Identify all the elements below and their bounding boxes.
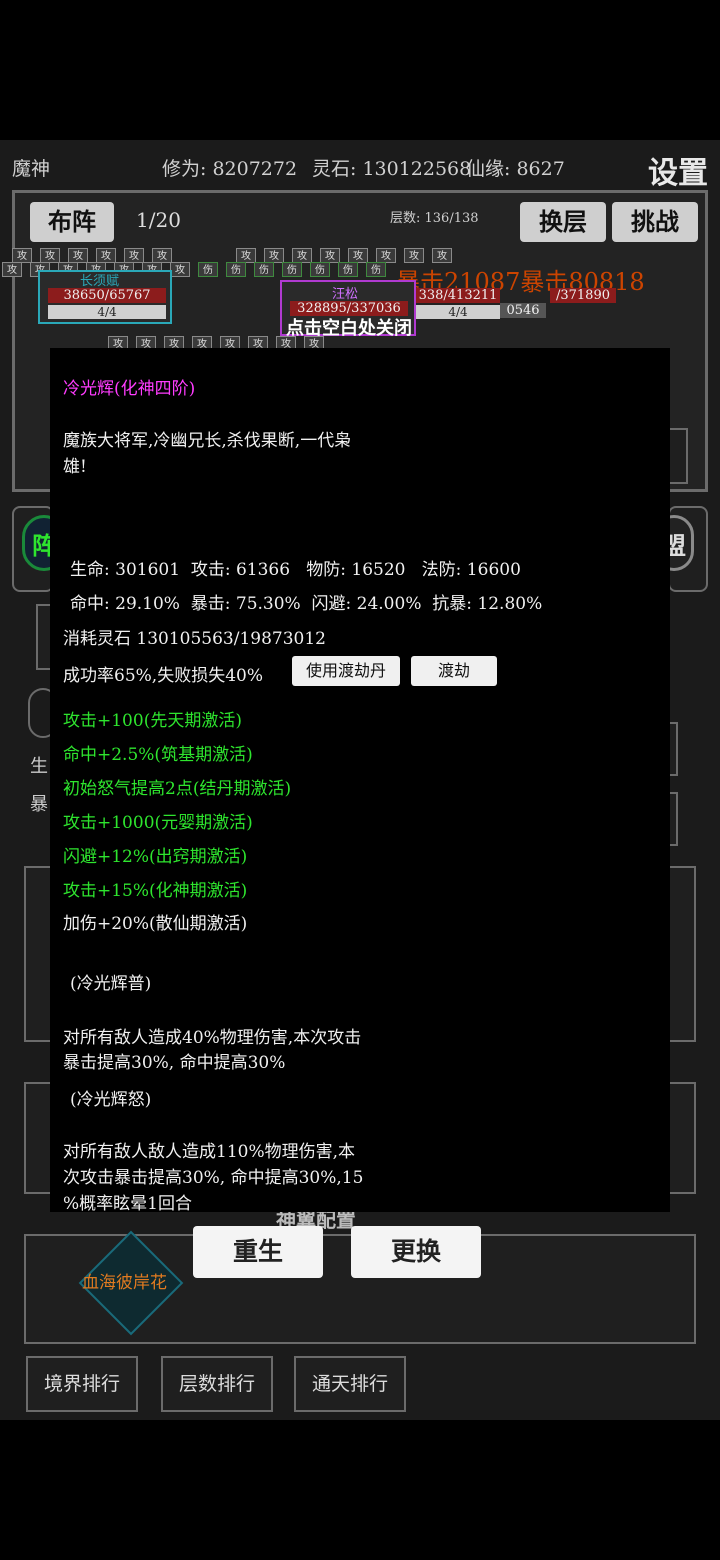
bonus-active: 闪避+12%(出窍期激活): [63, 847, 248, 867]
attack-buff-chip: 攻: [2, 262, 22, 277]
skill-description-line: 对所有敌人造成40%物理伤害,本次攻击: [63, 1028, 362, 1048]
right-panel-fragment: [666, 1082, 696, 1194]
close-hint[interactable]: 点击空白处关闭: [286, 314, 412, 340]
formation-button[interactable]: 布阵: [30, 202, 114, 242]
replace-button[interactable]: 更换: [351, 1226, 481, 1278]
tribulation-button[interactable]: 渡劫: [411, 656, 497, 686]
unit-count-bar: 4/4: [416, 305, 500, 319]
bonus-active: 命中+2.5%(筑基期激活): [63, 745, 253, 765]
character-description-line: 雄!: [63, 457, 87, 477]
unit-name: 长须赋: [80, 274, 120, 289]
injury-chip: 伤: [254, 262, 274, 277]
attack-buff-chip: 攻: [96, 248, 116, 263]
left-stat-label: 暴: [30, 794, 48, 815]
floor-label: 层数: 136/138: [390, 211, 479, 226]
unit-hp-bar: 38650/65767: [48, 288, 166, 303]
injury-chip: 伤: [198, 262, 218, 277]
character-detail-popup[interactable]: 冷光辉(化神四阶) 魔族大将军,冷幽兄长,杀伐果断,一代枭 雄! 生命: 301…: [50, 348, 670, 1214]
unit-name: 汪松: [332, 287, 359, 302]
attack-buff-chip: 攻: [404, 248, 424, 263]
character-title: 冷光辉(化神四阶): [63, 379, 196, 399]
bonus-active: 攻击+1000(元婴期激活): [63, 813, 253, 833]
switch-floor-button[interactable]: 换层: [520, 202, 606, 242]
attack-buff-chip: 攻: [40, 248, 60, 263]
bonus-active: 攻击+15%(化神期激活): [63, 881, 248, 901]
attack-buff-chip: 攻: [292, 248, 312, 263]
injury-chip: 伤: [366, 262, 386, 277]
attack-buff-chip: 攻: [320, 248, 340, 263]
left-stat-label: 生: [30, 756, 48, 777]
skill-description-line: 次攻击暴击提高30%, 命中提高30%,15: [63, 1168, 364, 1188]
spirit-stone-cost: 消耗灵石 130105563/19873012: [63, 629, 327, 649]
tongtian-ranking-button[interactable]: 通天排行: [294, 1356, 406, 1412]
attack-buff-chip: 攻: [236, 248, 256, 263]
unit-hp-bar: 338/413211: [416, 288, 500, 303]
unit-count-bar: 4/4: [48, 305, 166, 319]
spirit-stones-value: 灵石: 130122568: [312, 158, 472, 180]
fate-value: 仙缘: 8627: [466, 158, 565, 180]
stats-row-2: 命中: 29.10% 暴击: 75.30% 闪避: 24.00% 抗暴: 12.…: [70, 594, 543, 614]
challenge-button[interactable]: 挑战: [612, 202, 698, 242]
skill-name: (冷光辉普): [70, 974, 152, 994]
skill-description-line: 暴击提高30%, 命中提高30%: [63, 1053, 286, 1073]
injury-chip: 伤: [338, 262, 358, 277]
bonus-active: 初始怒气提高2点(结丹期激活): [63, 779, 292, 799]
attack-buff-chip: 攻: [264, 248, 284, 263]
character-description-line: 魔族大将军,冷幽兄长,杀伐果断,一代枭: [63, 431, 352, 451]
attack-buff-chip: 攻: [170, 262, 190, 277]
success-rate: 成功率65%,失败损失40%: [63, 666, 263, 686]
attack-buff-chip: 攻: [68, 248, 88, 263]
attack-buff-chip: 攻: [152, 248, 172, 263]
attack-buff-chip: 攻: [376, 248, 396, 263]
settings-button[interactable]: 设置: [648, 148, 708, 192]
unit-hp-bar: /371890: [550, 288, 616, 303]
attack-buff-chip: 攻: [124, 248, 144, 263]
injury-chip: 伤: [310, 262, 330, 277]
attack-buff-chip: 攻: [12, 248, 32, 263]
cultivation-value: 修为: 8207272: [162, 158, 298, 180]
floor-ranking-button[interactable]: 层数排行: [161, 1356, 273, 1412]
right-panel-fragment: [666, 866, 696, 1042]
item-name: 血海彼岸花: [82, 1273, 167, 1293]
wave-progress: 1/20: [136, 208, 181, 232]
bonus-inactive: 加伤+20%(散仙期激活): [63, 914, 248, 934]
attack-buff-chip: 攻: [432, 248, 452, 263]
stats-row-1: 生命: 301601 攻击: 61366 物防: 16520 法防: 16600: [70, 560, 521, 580]
skill-description-line: %概率眩晕1回合: [63, 1194, 192, 1214]
skill-name: (冷光辉怒): [70, 1090, 152, 1110]
attack-buff-chip: 攻: [348, 248, 368, 263]
injury-chip: 伤: [282, 262, 302, 277]
bonus-active: 攻击+100(先天期激活): [63, 711, 242, 731]
use-tribulation-pill-button[interactable]: 使用渡劫丹: [292, 656, 400, 686]
realm-label: 魔神: [12, 158, 51, 180]
unit-hp-bar: 0546: [500, 303, 546, 318]
skill-description-line: 对所有敌人敌人造成110%物理伤害,本: [63, 1142, 356, 1162]
realm-ranking-button[interactable]: 境界排行: [26, 1356, 138, 1412]
rebirth-button[interactable]: 重生: [193, 1226, 323, 1278]
injury-chip: 伤: [226, 262, 246, 277]
